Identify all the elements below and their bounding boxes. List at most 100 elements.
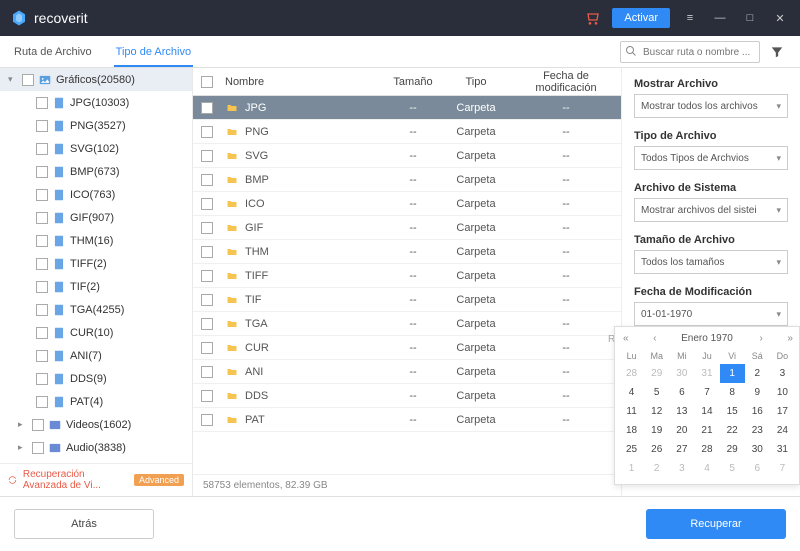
cal-day[interactable]: 23 [745,421,770,440]
row-checkbox[interactable] [201,414,213,426]
cal-next-year[interactable]: » [787,333,791,344]
table-row[interactable]: TGA--Carpeta-- [193,312,621,336]
table-row[interactable]: ICO--Carpeta-- [193,192,621,216]
select-all-checkbox[interactable] [201,76,213,88]
row-checkbox[interactable] [201,198,213,210]
close-button[interactable]: ✕ [770,8,790,28]
cal-day[interactable]: 8 [720,383,745,402]
row-checkbox[interactable] [201,294,213,306]
checkbox[interactable] [36,143,48,155]
tab-file-type[interactable]: Tipo de Archivo [114,39,193,67]
cal-day[interactable]: 29 [644,364,669,383]
tree-item[interactable]: CUR(10) [0,321,192,344]
tree-item[interactable]: THM(16) [0,229,192,252]
cal-day[interactable]: 28 [619,364,644,383]
checkbox[interactable] [36,97,48,109]
cal-day[interactable]: 20 [669,421,694,440]
cal-day[interactable]: 5 [720,459,745,478]
cal-day[interactable]: 22 [720,421,745,440]
cal-day[interactable]: 1 [720,364,745,383]
cal-day[interactable]: 18 [619,421,644,440]
cal-day[interactable]: 5 [644,383,669,402]
cal-day[interactable]: 31 [770,440,795,459]
tree-category[interactable]: ▸Videos(1602) [0,413,192,436]
table-row[interactable]: BMP--Carpeta-- [193,168,621,192]
tree-item[interactable]: JPG(10303) [0,91,192,114]
tree-item[interactable]: TGA(4255) [0,298,192,321]
header-type[interactable]: Tipo [441,76,511,88]
cal-day[interactable]: 7 [770,459,795,478]
table-row[interactable]: TIFF--Carpeta-- [193,264,621,288]
table-row[interactable]: TIF--Carpeta-- [193,288,621,312]
tree-item[interactable]: DDS(9) [0,367,192,390]
expand-icon[interactable]: ▸ [18,442,28,453]
back-button[interactable]: Atrás [14,509,154,539]
cal-day[interactable]: 31 [694,364,719,383]
header-size[interactable]: Tamaño [385,76,441,88]
checkbox[interactable] [36,166,48,178]
menu-icon[interactable]: ≡ [680,8,700,28]
file-size-select[interactable]: Todos los tamaños▾ [634,250,788,274]
cal-day[interactable]: 11 [619,402,644,421]
recover-button[interactable]: Recuperar [646,509,786,539]
checkbox[interactable] [36,189,48,201]
row-checkbox[interactable] [201,150,213,162]
table-row[interactable]: CUR--Carpeta-- [193,336,621,360]
show-file-select[interactable]: Mostrar todos los archivos▾ [634,94,788,118]
tree-item[interactable]: PAT(4) [0,390,192,413]
checkbox[interactable] [36,373,48,385]
cal-day[interactable]: 28 [694,440,719,459]
cal-day[interactable]: 2 [644,459,669,478]
header-name[interactable]: Nombre [221,76,385,88]
checkbox[interactable] [36,120,48,132]
tab-file-path[interactable]: Ruta de Archivo [12,39,94,67]
tree-item[interactable]: PNG(3527) [0,114,192,137]
cal-day[interactable]: 30 [669,364,694,383]
cal-day[interactable]: 3 [669,459,694,478]
checkbox[interactable] [22,74,34,86]
maximize-button[interactable]: □ [740,8,760,28]
system-file-select[interactable]: Mostrar archivos del sistei▾ [634,198,788,222]
header-date[interactable]: Fecha de modificación [511,70,621,94]
row-checkbox[interactable] [201,222,213,234]
row-checkbox[interactable] [201,342,213,354]
checkbox[interactable] [36,350,48,362]
row-checkbox[interactable] [201,390,213,402]
cal-day[interactable]: 10 [770,383,795,402]
tree-item[interactable]: TIF(2) [0,275,192,298]
row-checkbox[interactable] [201,246,213,258]
row-checkbox[interactable] [201,270,213,282]
cal-day[interactable]: 30 [745,440,770,459]
table-row[interactable]: DDS--Carpeta-- [193,384,621,408]
cal-day[interactable]: 14 [694,402,719,421]
cal-day[interactable]: 26 [644,440,669,459]
cal-day[interactable]: 21 [694,421,719,440]
checkbox[interactable] [36,235,48,247]
activate-button[interactable]: Activar [612,8,670,28]
cal-day[interactable]: 4 [619,383,644,402]
tree-item[interactable]: GIF(907) [0,206,192,229]
checkbox[interactable] [36,281,48,293]
tree-item[interactable]: ICO(763) [0,183,192,206]
row-checkbox[interactable] [201,366,213,378]
checkbox[interactable] [36,258,48,270]
checkbox[interactable] [36,304,48,316]
minimize-button[interactable]: — [710,8,730,28]
table-row[interactable]: PNG--Carpeta-- [193,120,621,144]
row-checkbox[interactable] [201,126,213,138]
search-input[interactable] [620,41,760,63]
filter-icon[interactable] [766,41,788,63]
cal-day[interactable]: 2 [745,364,770,383]
cal-day[interactable]: 17 [770,402,795,421]
cal-day[interactable]: 27 [669,440,694,459]
cal-day[interactable]: 25 [619,440,644,459]
expand-icon[interactable]: ▸ [18,419,28,430]
cal-day[interactable]: 16 [745,402,770,421]
table-row[interactable]: THM--Carpeta-- [193,240,621,264]
checkbox[interactable] [32,419,44,431]
table-row[interactable]: ANI--Carpeta-- [193,360,621,384]
row-checkbox[interactable] [201,318,213,330]
tree-item[interactable]: SVG(102) [0,137,192,160]
checkbox[interactable] [36,327,48,339]
checkbox[interactable] [32,442,44,454]
